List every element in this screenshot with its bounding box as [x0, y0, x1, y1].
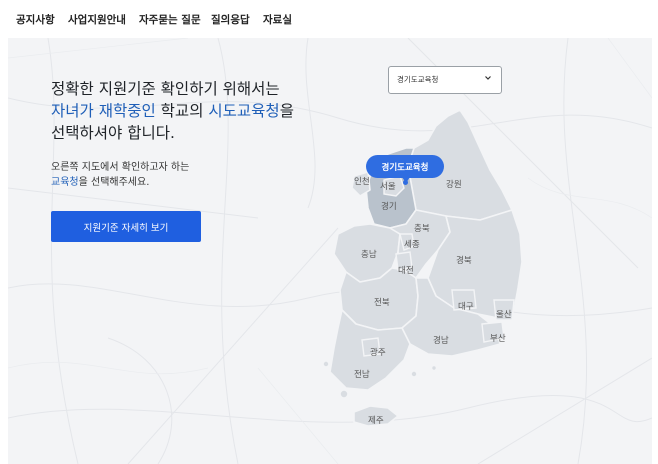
label-daegu[interactable]: 대구	[458, 300, 474, 312]
select-value: 경기도교육청	[397, 75, 439, 84]
chevron-down-icon	[485, 76, 491, 80]
label-seoul[interactable]: 서울	[380, 180, 396, 192]
label-gyeonggi[interactable]: 경기	[381, 200, 397, 212]
label-jeju[interactable]: 제주	[368, 414, 384, 426]
education-office-select[interactable]: 경기도교육청	[388, 66, 502, 94]
label-jeonbuk[interactable]: 전북	[374, 296, 390, 308]
label-chungnam[interactable]: 충남	[361, 248, 377, 260]
nav-qna[interactable]: 질의응답	[211, 12, 250, 27]
label-ulsan[interactable]: 울산	[496, 308, 512, 320]
nav-program-info[interactable]: 사업지원안내	[68, 12, 126, 27]
hero-section: 정확한 지원기준 확인하기 위해서는 자녀가 재학중인 학교의 시도교육청을 선…	[8, 38, 652, 464]
label-gangwon[interactable]: 강원	[446, 178, 462, 190]
label-daejeon[interactable]: 대전	[398, 264, 414, 276]
label-incheon[interactable]: 인천	[354, 175, 370, 187]
label-gwangju[interactable]: 광주	[370, 346, 386, 358]
label-jeonnam[interactable]: 전남	[354, 368, 370, 380]
label-gyeongnam[interactable]: 경남	[433, 334, 449, 346]
top-nav: 공지사항 사업지원안내 자주묻는 질문 질의응답 자료실	[0, 0, 658, 38]
selected-region-tooltip: 경기도교육청	[366, 155, 444, 178]
nav-notice[interactable]: 공지사항	[16, 12, 55, 27]
nav-resources[interactable]: 자료실	[263, 12, 292, 27]
map-pin-icon	[403, 180, 408, 185]
label-sejong[interactable]: 세종	[404, 238, 420, 250]
label-busan[interactable]: 부산	[490, 332, 506, 344]
nav-faq[interactable]: 자주묻는 질문	[139, 12, 201, 27]
label-gyeongbuk[interactable]: 경북	[456, 254, 472, 266]
korea-map	[322, 109, 523, 427]
label-chungbuk[interactable]: 충북	[414, 222, 430, 234]
